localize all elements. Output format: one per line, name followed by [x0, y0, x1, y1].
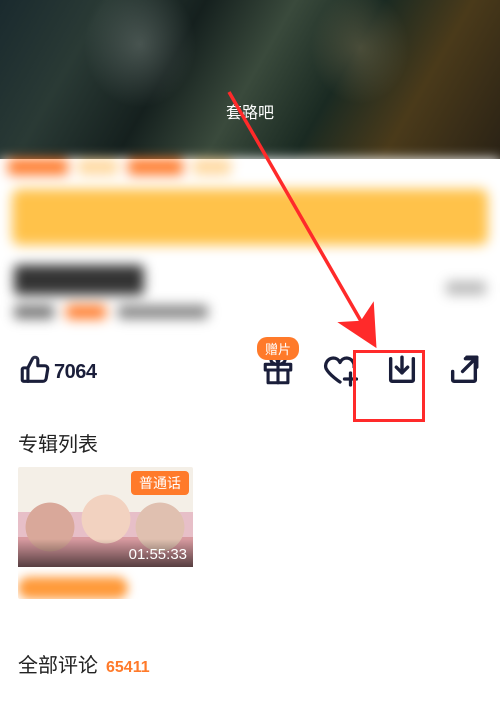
- download-button[interactable]: [384, 355, 420, 391]
- video-meta-blurred: [0, 159, 500, 349]
- like-count: 7064: [54, 361, 97, 384]
- gift-button[interactable]: 赠片: [260, 355, 296, 391]
- album-duration: 01:55:33: [129, 546, 187, 563]
- comments-count: 65411: [106, 659, 150, 677]
- gift-badge: 赠片: [257, 337, 299, 360]
- favorite-button[interactable]: [322, 355, 358, 391]
- heart-plus-icon: [322, 352, 358, 393]
- album-thumbnail: 普通话 01:55:33: [18, 467, 193, 567]
- album-item[interactable]: 普通话 01:55:33: [18, 467, 193, 599]
- comments-title: 全部评论: [18, 649, 98, 678]
- action-row: 7064 赠片: [0, 349, 500, 412]
- album-title-blurred: [18, 577, 128, 599]
- video-subtitle: 套路吧: [226, 99, 274, 123]
- share-button[interactable]: [446, 355, 482, 391]
- like-button[interactable]: 7064: [18, 353, 97, 392]
- thumbs-up-icon: [18, 353, 52, 392]
- share-icon: [447, 353, 481, 392]
- video-player[interactable]: 套路吧: [0, 0, 500, 159]
- download-icon: [385, 353, 419, 392]
- album-language-tag: 普通话: [131, 471, 189, 495]
- album-section-title: 专辑列表: [0, 412, 500, 467]
- album-list: 普通话 01:55:33: [0, 467, 500, 607]
- comments-header: 全部评论 65411: [0, 607, 500, 678]
